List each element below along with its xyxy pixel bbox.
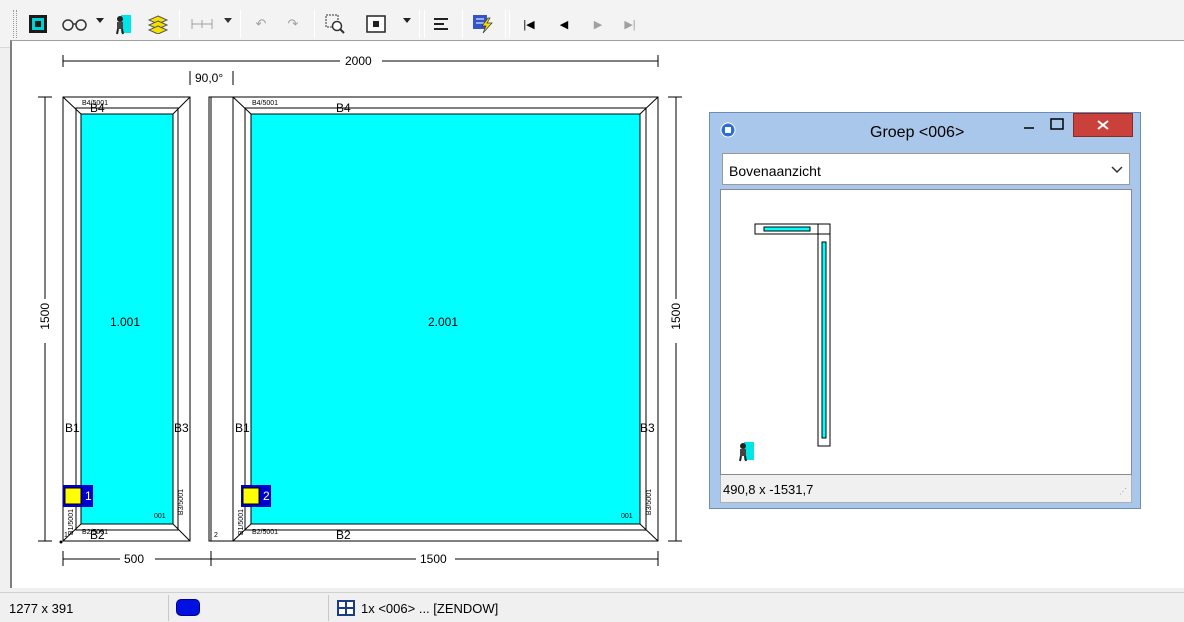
minimize-button[interactable] xyxy=(1016,115,1042,135)
panel2-code-left: B1/5001 xyxy=(238,509,245,536)
person-view-button[interactable] xyxy=(111,12,133,36)
view-select[interactable]: Bovenaanzicht xyxy=(722,153,1130,185)
panel2-b4: B4 xyxy=(336,101,351,115)
panel2-label[interactable]: 2.001 xyxy=(428,316,458,328)
panel2-b1: B1 xyxy=(235,421,250,435)
glasses-icon xyxy=(62,19,87,31)
calculate-button[interactable] xyxy=(472,12,494,36)
person-view-icon xyxy=(116,15,131,35)
status-color-indicator xyxy=(176,599,200,616)
dimension-icon xyxy=(191,19,213,29)
status-divider xyxy=(328,595,329,621)
coordinates-readout: 490,8 x -1531,7 xyxy=(723,482,814,497)
panel1-code-right: B3/5001 xyxy=(178,489,185,516)
panel1-b3: B3 xyxy=(174,421,189,435)
dim-height-left: 1500 xyxy=(38,303,52,330)
window-title: Groep <006> xyxy=(870,124,965,141)
minimize-icon xyxy=(1024,127,1034,129)
redo-button[interactable]: ↷ xyxy=(282,12,304,36)
status-divider xyxy=(168,595,169,621)
layers-button[interactable] xyxy=(147,12,169,36)
panel2-code-right: B3/5001 xyxy=(646,489,653,516)
person-view-icon xyxy=(739,442,754,462)
layers-icon xyxy=(147,15,169,34)
toolbar-separator xyxy=(419,10,420,38)
top-view-drawing xyxy=(754,223,831,447)
panel2-code-top: B4/5001 xyxy=(252,100,279,107)
maximize-icon xyxy=(1050,118,1064,130)
window-grid-icon xyxy=(337,600,355,616)
glasses-dropdown-icon[interactable] xyxy=(96,18,104,23)
panel1-code-top: B4/5001 xyxy=(82,100,109,107)
chevron-down-icon xyxy=(1111,166,1123,174)
toolbar-separator xyxy=(179,10,180,38)
panel2-b2: B2 xyxy=(336,528,351,542)
view-select-value: Bovenaanzicht xyxy=(729,163,821,179)
zoom-select-icon xyxy=(325,14,345,34)
top-view-pane[interactable] xyxy=(720,189,1132,475)
align-icon xyxy=(434,18,448,30)
panel1-label[interactable]: 1.001 xyxy=(110,316,140,328)
maximize-button[interactable] xyxy=(1044,115,1070,135)
previous-icon: ◀ xyxy=(559,18,569,31)
corner-label-1: 1 xyxy=(64,532,68,539)
toolbar-separator xyxy=(424,10,425,38)
frame-tool-icon xyxy=(29,15,47,33)
zoom-select-button[interactable] xyxy=(324,12,346,36)
app-icon xyxy=(720,122,736,138)
panel2-code-bottom: B2/5001 xyxy=(252,529,279,536)
dimension-button[interactable] xyxy=(188,12,216,36)
view-mode-icon xyxy=(366,15,386,33)
toolbar-grip[interactable] xyxy=(13,10,17,38)
panel2-b3: B3 xyxy=(640,421,655,435)
toolbar-separator xyxy=(509,10,510,38)
previous-record-button[interactable]: ◀ xyxy=(553,12,575,36)
status-info: 1x <006> ... [ZENDOW] xyxy=(361,601,499,616)
panel1-small: 001 xyxy=(154,513,166,520)
corner-label-2: 2 xyxy=(214,532,218,539)
view-mode-button[interactable] xyxy=(365,12,387,36)
panel1-code-left: B1/5001 xyxy=(68,509,75,536)
view-mode-dropdown-icon[interactable] xyxy=(403,18,411,23)
last-record-button[interactable]: ▶| xyxy=(619,12,641,36)
next-record-button[interactable]: ▶ xyxy=(587,12,609,36)
frame-tool-button[interactable] xyxy=(27,12,49,36)
close-button[interactable] xyxy=(1073,113,1133,137)
dim-width-left: 500 xyxy=(124,552,145,566)
align-button[interactable] xyxy=(430,12,452,36)
toolbar-separator xyxy=(505,10,506,38)
panel2-small: 001 xyxy=(621,513,633,520)
toolbar-separator xyxy=(240,10,241,38)
first-record-button[interactable]: |◀ xyxy=(518,12,540,36)
panel1-marker-number[interactable]: 1 xyxy=(85,490,92,502)
glasses-button[interactable] xyxy=(60,12,90,36)
dim-total-width: 2000 xyxy=(345,54,372,68)
last-icon: ▶| xyxy=(624,18,636,31)
group-window: Groep <006> Bovenaanzicht 490,8 x -1531,… xyxy=(709,112,1141,509)
dim-height-right: 1500 xyxy=(669,303,683,330)
panel1-code-bottom: B2/5001 xyxy=(82,529,109,536)
dim-angle: 90,0° xyxy=(195,71,224,85)
next-icon: ▶ xyxy=(593,18,603,31)
status-bar: 1277 x 391 1x <006> ... [ZENDOW] xyxy=(0,592,1184,622)
window-status-bar: 490,8 x -1531,7 ⋰ xyxy=(720,475,1132,503)
panel1-b1: B1 xyxy=(65,421,80,435)
undo-button[interactable]: ↶ xyxy=(250,12,272,36)
redo-icon: ↷ xyxy=(287,16,299,31)
dim-width-right: 1500 xyxy=(420,552,447,566)
toolbar-separator xyxy=(462,10,463,38)
resize-grip-icon[interactable]: ⋰ xyxy=(1119,487,1127,496)
toolbar-separator xyxy=(314,10,315,38)
undo-icon: ↶ xyxy=(255,16,267,31)
dimension-dropdown-icon[interactable] xyxy=(224,18,232,23)
status-size: 1277 x 391 xyxy=(9,601,74,616)
panel2-marker-number[interactable]: 2 xyxy=(263,490,270,502)
calculate-icon xyxy=(473,15,493,34)
first-icon: |◀ xyxy=(523,18,535,31)
close-icon xyxy=(1097,120,1109,130)
